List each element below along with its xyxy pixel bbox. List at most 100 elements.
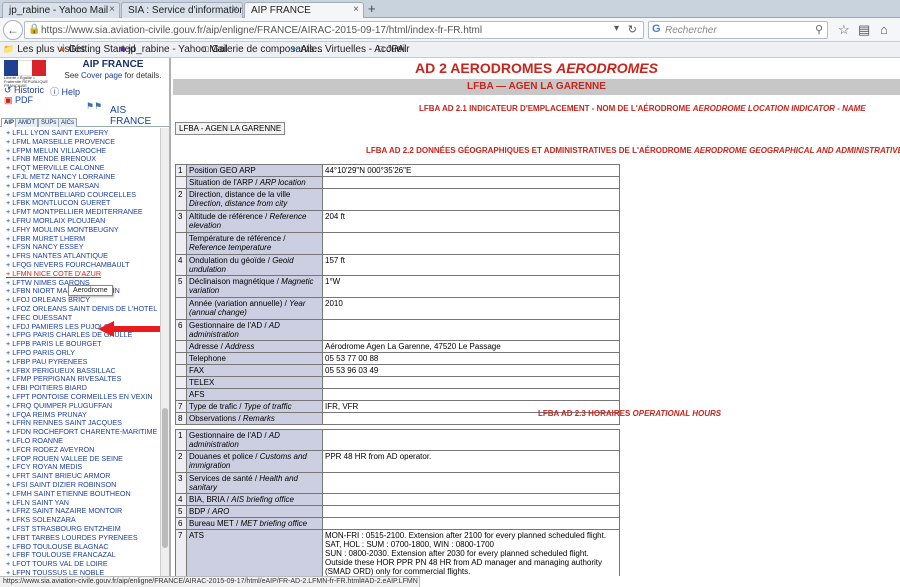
tab-close-icon[interactable]: × [232, 4, 238, 15]
row-number: 6 [175, 319, 187, 341]
row-label: Bureau MET / MET briefing office [186, 517, 323, 530]
aerodrome-list-item[interactable]: + LFNB MENDE BRENOUX [6, 154, 158, 163]
main-content: AD 2 AERODROMES AERODROMES LFBA — AGEN L… [173, 58, 900, 576]
aerodrome-list-item[interactable]: + LFHY MOULINS MONTBEUGNY [6, 225, 158, 234]
aerodrome-list-item[interactable]: + LFCY ROYAN MEDIS [6, 462, 158, 471]
row-label: TELEX [186, 376, 323, 389]
tab-amdt[interactable]: AMDT [15, 118, 38, 127]
aerodrome-list-item[interactable]: + LFPO PARIS ORLY [6, 348, 158, 357]
row-label: Ondulation du géoïde / Geoid undulation [186, 254, 323, 276]
aerodrome-list-item[interactable]: + LFRU MORLAIX PLOUJEAN [6, 216, 158, 225]
tab-close-icon[interactable]: × [353, 4, 359, 15]
aerodrome-list-item[interactable]: + LFKS SOLENZARA [6, 515, 158, 524]
aerodrome-list-item[interactable]: + LFMP PERPIGNAN RIVESALTES [6, 374, 158, 383]
aerodrome-list-item[interactable]: + LFBK MONTLUCON GUERET [6, 198, 158, 207]
plane-icon: ✈ [290, 44, 298, 54]
historic-icon: ↺ [4, 85, 15, 95]
library-icon[interactable]: ▤ [858, 22, 870, 38]
aerodrome-list-item[interactable]: + LFDN ROCHEFORT CHARENTE-MARITIME [6, 427, 158, 436]
aerodrome-list-item[interactable]: + LFSN NANCY ESSEY [6, 242, 158, 251]
aerodrome-list-item[interactable]: + LFOJ ORLEANS BRICY [6, 295, 158, 304]
aerodrome-list-item[interactable]: + LFLO ROANNE [6, 436, 158, 445]
back-arrow-icon: ← [7, 23, 19, 37]
tab-yahoo-mail[interactable]: jp_rabine - Yahoo Mail × [2, 2, 120, 18]
tab-sups[interactable]: SUPs [38, 118, 60, 127]
label-fr: Direction, distance de la ville [189, 190, 291, 199]
aerodrome-list-item[interactable]: + LFML MARSEILLE PROVENCE [6, 137, 158, 146]
row-value: 2010 [322, 297, 620, 320]
reload-icon[interactable]: ↻ [628, 23, 637, 36]
cover-page-link[interactable]: Cover page [81, 71, 122, 80]
aerodrome-button[interactable]: LFBA - AGEN LA GARENNE [175, 122, 286, 135]
dropdown-icon[interactable]: ▾ [614, 23, 619, 34]
label-fr: Gestionnaire de l'AD / [189, 321, 269, 330]
aerodrome-list-item[interactable]: + LFMN NICE COTE D'AZUR [6, 269, 158, 278]
aerodrome-list-item[interactable]: + LFBI POITIERS BIARD [6, 383, 158, 392]
aerodrome-list-item[interactable]: + LFMT MONTPELLIER MEDITERRANEE [6, 207, 158, 216]
aerodrome-list-item[interactable]: + LFBR MURET LHERM [6, 234, 158, 243]
tab-close-icon[interactable]: × [109, 4, 115, 15]
aerodrome-list-item[interactable]: + LFOZ ORLEANS SAINT DENIS DE L'HOTEL [6, 304, 158, 313]
aerodrome-label: LFSI SAINT DIZIER ROBINSON [12, 480, 117, 489]
aerodrome-list-item[interactable]: + LFBF TOULOUSE FRANCAZAL [6, 550, 158, 559]
table-row: 3 Altitude de référence / Reference eleva… [175, 210, 620, 233]
aerodrome-list-item[interactable]: + LFPB PARIS LE BOURGET [6, 339, 158, 348]
row-value [322, 188, 620, 211]
home-icon[interactable]: ⌂ [880, 22, 888, 37]
aerodrome-list-item[interactable]: + LFLL LYON SAINT EXUPERY [6, 128, 158, 137]
left-scrollbar[interactable] [160, 128, 169, 576]
url-bar[interactable]: 🔒 https://www.sia.aviation-civile.gouv.f… [24, 21, 644, 39]
tab-aip-france[interactable]: AIP FRANCE × [244, 2, 364, 18]
aerodrome-list-item[interactable]: + LFRQ QUIMPER PLUGUFFAN [6, 401, 158, 410]
aerodrome-list-item[interactable]: + LFRS NANTES ATLANTIQUE [6, 251, 158, 260]
aerodrome-list-item[interactable]: + LFBM MONT DE MARSAN [6, 181, 158, 190]
aerodrome-list-item[interactable]: + LFPM MELUN VILLAROCHE [6, 146, 158, 155]
pdf-link[interactable]: ▣ PDF [4, 95, 33, 106]
help-link[interactable]: ⓘ Help [50, 85, 80, 98]
row-value: 05 53 96 03 49 [322, 364, 620, 377]
aerodrome-list-item[interactable]: + LFJL METZ NANCY LORRAINE [6, 172, 158, 181]
aerodrome-label: LFBO TOULOUSE BLAGNAC [12, 541, 109, 551]
new-tab-button[interactable]: + [368, 1, 376, 16]
aerodrome-list-item[interactable]: + LFCR RODEZ AVEYRON [6, 445, 158, 454]
aerodrome-list-item[interactable]: + LFST STRASBOURG ENTZHEIM [6, 524, 158, 533]
table-row: Situation de l'ARP / ARP location [175, 176, 620, 189]
aerodrome-list-item[interactable]: + LFRZ SAINT NAZAIRE MONTOIR [6, 506, 158, 515]
tab-aics[interactable]: AICs [58, 118, 78, 127]
aerodrome-list-item[interactable]: + LFSM MONTBELIARD COURCELLES [6, 190, 158, 199]
aerodrome-list-item[interactable]: + LFBT TARBES LOURDES PYRENEES [6, 533, 158, 542]
search-icon[interactable]: ⚲ [815, 23, 823, 36]
aerodrome-list-item[interactable]: + LFOT TOURS VAL DE LOIRE [6, 559, 158, 568]
aerodrome-label: LFKS SOLENZARA [12, 515, 76, 525]
bookmark-star-icon[interactable]: ☆ [838, 22, 850, 38]
tab-label: SIA : Service d'information aéro... [128, 5, 243, 16]
aerodrome-list-item[interactable]: + LFLN SAINT YAN [6, 498, 158, 507]
language-flag-icon[interactable]: ⚑⚑ [86, 101, 102, 112]
aerodrome-list-item[interactable]: + LFQA REIMS PRUNAY [6, 410, 158, 419]
aerodrome-list-item[interactable]: + LFBO TOULOUSE BLAGNAC [6, 542, 158, 551]
label-fr: ATS [189, 531, 204, 540]
aerodrome-list-item[interactable]: + LFSI SAINT DIZIER ROBINSON [6, 480, 158, 489]
back-button[interactable]: ← [3, 20, 23, 40]
bookmark-jpair[interactable]: □ JPAir [378, 44, 410, 55]
aerodrome-list-item[interactable]: + LFRT SAINT BRIEUC ARMOR [6, 471, 158, 480]
label-fr: Température de référence / [189, 234, 286, 243]
scrollbar-thumb[interactable] [162, 408, 168, 548]
aerodrome-list-item[interactable]: + LFPN TOUSSUS LE NOBLE [6, 568, 158, 576]
aerodrome-list-item[interactable]: + LFPT PONTOISE CORMEILLES EN VEXIN [6, 392, 158, 401]
help-icon: ⓘ [50, 87, 62, 97]
aerodrome-list-item[interactable]: + LFOP ROUEN VALLEE DE SEINE [6, 454, 158, 463]
tab-sia[interactable]: SIA : Service d'information aéro... × [121, 2, 243, 18]
aerodrome-label: LFHY MOULINS MONTBEUGNY [12, 224, 119, 234]
table-row: 5 Déclinaison magnétique / Magnetic varia… [175, 275, 620, 298]
row-number: 3 [175, 472, 187, 494]
row-value: 44°10'29"N 000°35'26"E [322, 164, 620, 177]
aerodrome-list-item[interactable]: + LFBP PAU PYRENEES [6, 357, 158, 366]
search-bar[interactable]: G Rechercher ⚲ [648, 21, 828, 39]
aerodrome-list-item[interactable]: + LFQT MERVILLE CALONNE [6, 163, 158, 172]
aerodrome-list-item[interactable]: + LFMH SAINT ETIENNE BOUTHEON [6, 489, 158, 498]
left-navigation-frame: Liberté • Égalité • Fraternité RÉPUBLIQU… [0, 58, 171, 576]
aerodrome-list-item[interactable]: + LFRN RENNES SAINT JACQUES [6, 418, 158, 427]
aerodrome-list-item[interactable]: + LFQG NEVERS FOURCHAMBAULT [6, 260, 158, 269]
aerodrome-list-item[interactable]: + LFBX PERIGUEUX BASSILLAC [6, 366, 158, 375]
